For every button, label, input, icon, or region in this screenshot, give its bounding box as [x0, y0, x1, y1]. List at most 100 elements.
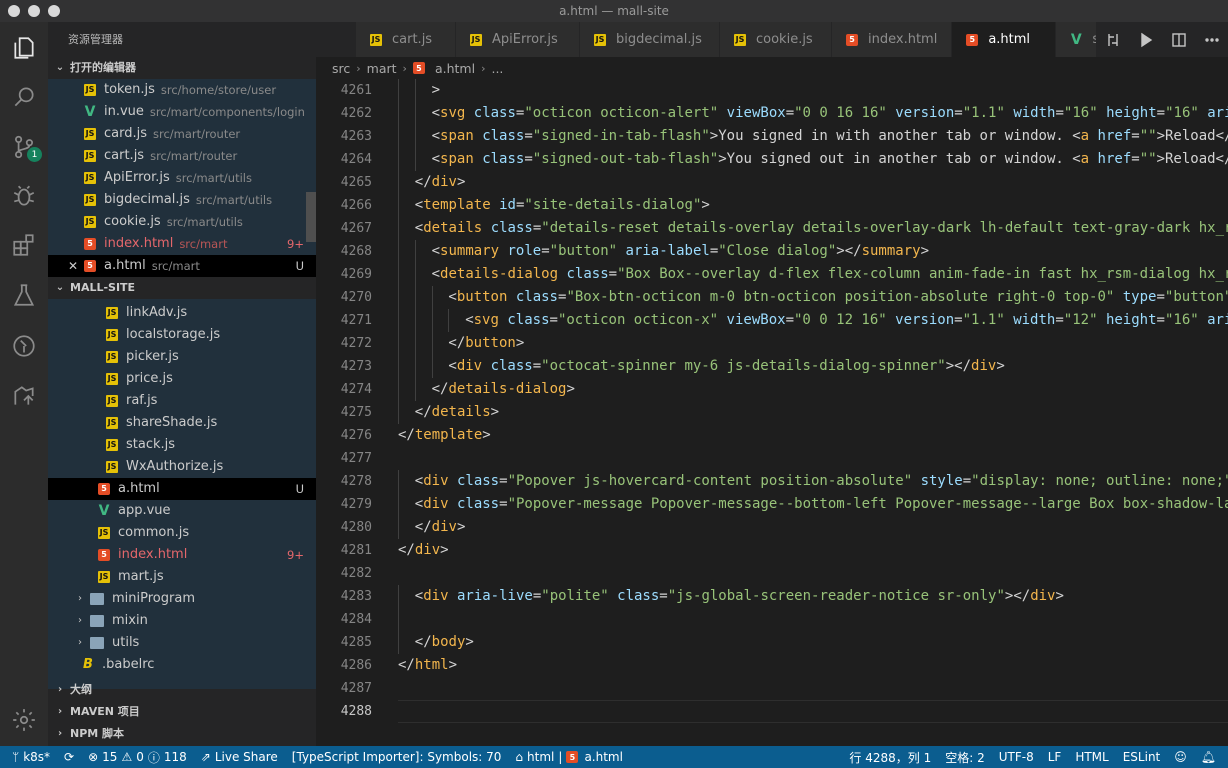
- open-editor-item[interactable]: JS bigdecimal.js src/mart/utils: [48, 189, 316, 211]
- project-header[interactable]: ⌄ MALL-SITE: [48, 277, 316, 299]
- split-editor-icon[interactable]: [1171, 32, 1187, 48]
- eol-status[interactable]: LF: [1041, 746, 1069, 768]
- npm-scripts-header[interactable]: › NPM 脚本: [48, 723, 316, 745]
- zoom-window-button[interactable]: [48, 5, 60, 17]
- open-editor-item[interactable]: JS cart.js src/mart/router: [48, 145, 316, 167]
- js-file-icon: JS: [84, 150, 96, 162]
- title-bar: a.html — mall-site: [0, 0, 1228, 22]
- code-line: <summary role="button" aria-label="Close…: [398, 240, 1228, 263]
- explorer-icon[interactable]: [0, 24, 48, 72]
- settings-gear-icon[interactable]: [0, 696, 48, 744]
- breadcrumb: src › mart › 5 a.html › ...: [316, 57, 1228, 79]
- language-mode[interactable]: HTML: [1068, 746, 1115, 768]
- sidebar-scrollbar[interactable]: [306, 192, 316, 242]
- breadcrumb-item[interactable]: src: [332, 61, 350, 76]
- line-number: 4282: [340, 566, 372, 581]
- code-editor[interactable]: 4261 4262 4263 4264 4265 4266 4267 4268 4269 4270…: [316, 79, 1228, 746]
- sync-button[interactable]: ⟳: [57, 746, 81, 768]
- code-content[interactable]: > <svg class="octicon octicon-alert" view…: [398, 79, 1228, 723]
- minimize-window-button[interactable]: [28, 5, 40, 17]
- tree-file[interactable]: 5 a.html U: [48, 478, 316, 500]
- cursor-position[interactable]: 行 4288，列 1: [842, 746, 938, 768]
- tree-item-label: localstorage.js: [126, 327, 221, 342]
- compare-changes-icon[interactable]: [1105, 32, 1121, 48]
- editor-tab[interactable]: JS bigdecimal.js: [580, 22, 720, 57]
- open-editor-item[interactable]: JS cookie.js src/mart/utils: [48, 211, 316, 233]
- git-lens-icon[interactable]: [0, 322, 48, 370]
- js-file-icon: JS: [106, 307, 118, 319]
- code-token: "button": [549, 243, 618, 259]
- tree-file[interactable]: B .babelrc: [48, 654, 316, 676]
- more-actions-icon[interactable]: [1204, 32, 1220, 48]
- open-editors-header[interactable]: ⌄ 打开的编辑器: [48, 57, 316, 79]
- tree-folder[interactable]: › miniProgram: [48, 588, 316, 610]
- live-share-icon[interactable]: [0, 372, 48, 420]
- open-editor-item[interactable]: JS token.js src/home/store/user: [48, 79, 316, 101]
- outline-header[interactable]: › 大纲: [48, 679, 316, 701]
- file-language-path[interactable]: ⌂ html | 5 a.html: [508, 746, 630, 768]
- folder-icon: [90, 637, 104, 649]
- tree-file[interactable]: JS localstorage.js: [48, 324, 316, 346]
- close-window-button[interactable]: [8, 5, 20, 17]
- open-editor-item[interactable]: ✕ 5 a.html src/mart U: [48, 255, 316, 277]
- open-editor-item[interactable]: Vin.vue src/mart/components/login: [48, 101, 316, 123]
- tree-file[interactable]: JS picker.js: [48, 346, 316, 368]
- tree-file[interactable]: JS raf.js: [48, 390, 316, 412]
- editor-tab[interactable]: JS ApiError.js: [456, 22, 580, 57]
- close-icon[interactable]: ✕: [68, 255, 82, 277]
- code-token: a: [1080, 151, 1090, 167]
- breadcrumb-item[interactable]: a.html: [435, 61, 475, 76]
- code-token: type: [1122, 289, 1157, 305]
- code-token: =: [954, 105, 963, 121]
- tree-file[interactable]: JS mart.js: [48, 566, 316, 588]
- ts-importer-status[interactable]: [TypeScript Importer]: Symbols: 70: [285, 746, 509, 768]
- tree-file[interactable]: JS WxAuthorize.js: [48, 456, 316, 478]
- chevron-right-icon: ›: [78, 593, 82, 604]
- open-editor-item[interactable]: JS ApiError.js src/mart/utils: [48, 167, 316, 189]
- notifications-bell-icon[interactable]: 🔔︎: [1194, 746, 1228, 768]
- eslint-status[interactable]: ESLint: [1116, 746, 1168, 768]
- tree-file[interactable]: Vapp.vue: [48, 500, 316, 522]
- code-token: "display: none; outline: none;": [971, 473, 1228, 489]
- tree-file[interactable]: JS stack.js: [48, 434, 316, 456]
- editor-tab[interactable]: 5 index.html: [832, 22, 953, 57]
- maven-header[interactable]: › MAVEN 项目: [48, 701, 316, 723]
- code-token: <: [414, 220, 424, 236]
- extensions-icon[interactable]: [0, 221, 48, 269]
- debug-icon[interactable]: [0, 172, 48, 220]
- tree-file[interactable]: JS linkAdv.js: [48, 302, 316, 324]
- indentation-status[interactable]: 空格: 2: [938, 746, 992, 768]
- problems-status[interactable]: ⊗ 15 ⚠ 0 ⓘ 118: [81, 746, 194, 768]
- code-token: ></: [836, 243, 862, 259]
- run-icon[interactable]: [1138, 32, 1154, 48]
- branch-status[interactable]: ᛘ k8s*: [0, 746, 57, 768]
- tree-folder[interactable]: › utils: [48, 632, 316, 654]
- editor-tab[interactable]: JS cookie.js: [720, 22, 832, 57]
- feedback-smiley-icon[interactable]: ☺: [1167, 746, 1194, 768]
- breadcrumb-item[interactable]: mart: [367, 61, 397, 76]
- search-icon[interactable]: [0, 73, 48, 121]
- source-control-icon[interactable]: 1: [0, 123, 48, 171]
- tree-file[interactable]: 5 index.html 9+: [48, 544, 316, 566]
- live-share-status[interactable]: ⇗ Live Share: [194, 746, 285, 768]
- code-token: height: [1106, 105, 1157, 121]
- tree-file[interactable]: JS price.js: [48, 368, 316, 390]
- test-flask-icon[interactable]: [0, 271, 48, 319]
- js-file-icon: JS: [370, 33, 382, 46]
- window-controls[interactable]: [8, 5, 60, 17]
- tree-folder[interactable]: › mixin: [48, 610, 316, 632]
- tree-file[interactable]: JS common.js: [48, 522, 316, 544]
- breadcrumb-item[interactable]: ...: [491, 61, 503, 76]
- code-token: <: [431, 243, 441, 259]
- open-editor-item[interactable]: 5 index.html src/mart 9+: [48, 233, 316, 255]
- open-editor-path: src/mart/router: [153, 127, 241, 141]
- open-editor-item[interactable]: JS card.js src/mart/router: [48, 123, 316, 145]
- tree-file[interactable]: JS shareShade.js: [48, 412, 316, 434]
- code-token: template: [423, 197, 491, 213]
- editor-tab[interactable]: JS cart.js: [356, 22, 456, 57]
- tree-item-label: price.js: [126, 371, 173, 386]
- editor-tab[interactable]: 5 a.html: [952, 22, 1057, 57]
- encoding-status[interactable]: UTF-8: [992, 746, 1041, 768]
